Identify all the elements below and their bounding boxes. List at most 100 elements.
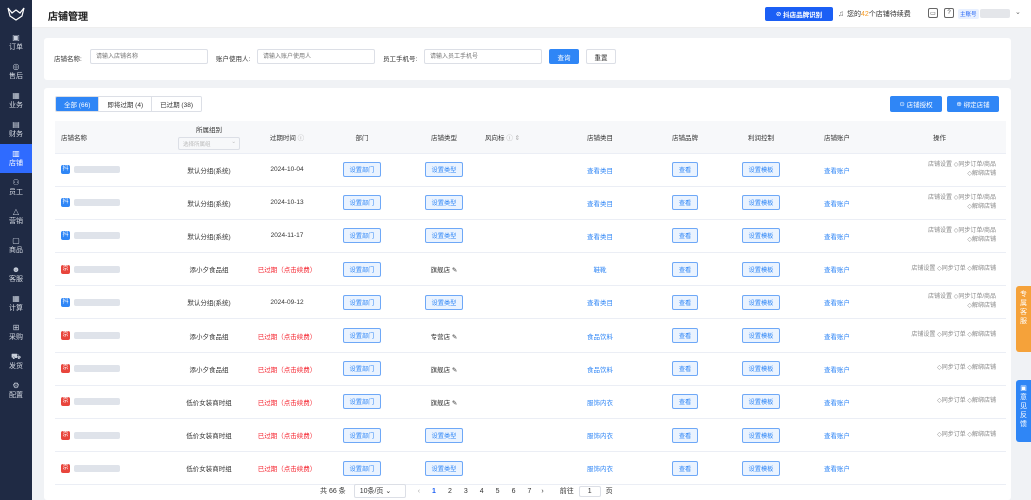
set-type-button[interactable]: 设置类型 [424, 228, 464, 244]
view-account-link[interactable]: 查看账户 [824, 466, 850, 473]
set-template-button[interactable]: 设置模板 [741, 460, 781, 476]
view-account-link[interactable]: 查看账户 [824, 168, 850, 175]
view-account-link[interactable]: 查看账户 [824, 267, 850, 274]
query-button[interactable]: 查询 [549, 49, 579, 64]
set-dept-button[interactable]: 设置部门 [342, 162, 382, 178]
expire-cell[interactable]: 已过期（点击续费） [253, 252, 321, 287]
tab-expiring[interactable]: 即将过期 (4) [99, 97, 153, 111]
category-link[interactable]: 鞋靴 [594, 267, 607, 274]
bell-icon[interactable]: ♫ [838, 9, 844, 18]
expire-cell[interactable]: 已过期（点击续费） [253, 451, 321, 486]
view-account-link[interactable]: 查看账户 [824, 367, 850, 374]
set-dept-button[interactable]: 设置部门 [342, 328, 382, 344]
row-ops-line[interactable]: ◇同步订单 ◇解绑店铺 [873, 397, 996, 406]
set-dept-button[interactable]: 设置部门 [342, 228, 382, 244]
tab-all[interactable]: 全部 (66) [56, 97, 100, 111]
view-brand-button[interactable]: 查看 [671, 261, 699, 277]
sidebar-item-2[interactable]: ▦ 业务 [0, 86, 32, 115]
view-brand-button[interactable]: 查看 [671, 162, 699, 178]
row-ops-line[interactable]: ◇解绑店铺 [873, 236, 996, 245]
shop-auth-button[interactable]: ⊙ 店铺授权 [890, 96, 942, 112]
set-template-button[interactable]: 设置模板 [741, 162, 781, 178]
category-link[interactable]: 查看类目 [587, 300, 613, 307]
set-dept-button[interactable]: 设置部门 [342, 361, 382, 377]
category-link[interactable]: 查看类目 [587, 168, 613, 175]
reset-button[interactable]: 重置 [586, 49, 616, 64]
view-brand-button[interactable]: 查看 [671, 427, 699, 443]
set-type-button[interactable]: 设置类型 [424, 294, 464, 310]
row-ops-line[interactable]: ◇同步订单 ◇解绑店铺 [873, 364, 996, 373]
col-risk[interactable]: 风向标 ⓘ ⇕ [485, 121, 551, 154]
row-ops-line[interactable]: 店铺设置 ◇同步订单/商品 [873, 227, 996, 236]
set-dept-button[interactable]: 设置部门 [342, 294, 382, 310]
view-account-link[interactable]: 查看账户 [824, 334, 850, 341]
group-select[interactable]: 选择所属组 ⌄ [178, 136, 240, 150]
row-ops-line[interactable]: 店铺设置 ◇同步订单/商品 [873, 293, 996, 302]
row-ops-line[interactable]: 店铺设置 ◇同步订单/商品 [873, 194, 996, 203]
shop-type[interactable]: 旗舰店 ✎ [431, 267, 458, 274]
sidebar-item-8[interactable]: ☻ 客服 [0, 260, 32, 289]
expire-cell[interactable]: 已过期（点击续费） [253, 318, 321, 353]
page-size-select[interactable]: 10条/页 ⌄ [353, 484, 406, 498]
set-template-button[interactable]: 设置模板 [741, 294, 781, 310]
category-link[interactable]: 食品饮料 [587, 334, 613, 341]
expire-cell[interactable]: 已过期（点击续费） [253, 352, 321, 386]
category-link[interactable]: 食品饮料 [587, 367, 613, 374]
sidebar-item-12[interactable]: ⚙ 配置 [0, 376, 32, 405]
sidebar-item-10[interactable]: ⊞ 采购 [0, 318, 32, 347]
row-ops-line[interactable]: 店铺设置 ◇同步订单 ◇解绑店铺 [873, 331, 996, 340]
view-account-link[interactable]: 查看账户 [824, 400, 850, 407]
page-7[interactable]: 7 [527, 488, 531, 495]
expire-cell[interactable]: 已过期（点击续费） [253, 385, 321, 420]
renew-notice[interactable]: 您的42个店铺待续费 [847, 9, 911, 19]
category-link[interactable]: 服饰内衣 [587, 433, 613, 440]
row-ops-line[interactable]: 店铺设置 ◇同步订单 ◇解绑店铺 [873, 265, 996, 274]
set-dept-button[interactable]: 设置部门 [342, 394, 382, 410]
sidebar-item-3[interactable]: ▤ 财务 [0, 115, 32, 144]
view-account-link[interactable]: 查看账户 [824, 300, 850, 307]
sidebar-item-7[interactable]: ▢ 商品 [0, 231, 32, 260]
category-link[interactable]: 服饰内衣 [587, 400, 613, 407]
view-brand-button[interactable]: 查看 [671, 294, 699, 310]
prev-page-icon[interactable]: ‹ [418, 488, 420, 495]
shop-type[interactable]: 旗舰店 ✎ [431, 400, 458, 407]
category-link[interactable]: 查看类目 [587, 234, 613, 241]
sidebar-item-0[interactable]: ▣ 订单 [0, 28, 32, 57]
view-brand-button[interactable]: 查看 [671, 195, 699, 211]
sidebar-item-6[interactable]: △ 营销 [0, 202, 32, 231]
col-expire[interactable]: 过期时间 ⓘ [253, 121, 321, 154]
phone-input[interactable] [424, 49, 542, 64]
sidebar-item-1[interactable]: ◎ 售后 [0, 57, 32, 86]
set-type-button[interactable]: 设置类型 [424, 162, 464, 178]
view-brand-button[interactable]: 查看 [671, 328, 699, 344]
set-template-button[interactable]: 设置模板 [741, 427, 781, 443]
category-link[interactable]: 查看类目 [587, 201, 613, 208]
set-type-button[interactable]: 设置类型 [424, 460, 464, 476]
row-ops-line[interactable]: 店铺设置 ◇同步订单/商品 [873, 161, 996, 170]
set-type-button[interactable]: 设置类型 [424, 195, 464, 211]
sidebar-item-4[interactable]: ▥ 店铺 [0, 144, 32, 173]
set-template-button[interactable]: 设置模板 [741, 328, 781, 344]
shop-type[interactable]: 专营店 ✎ [431, 334, 458, 341]
shop-name-input[interactable] [90, 49, 208, 64]
view-brand-button[interactable]: 查看 [671, 394, 699, 410]
row-ops-line[interactable]: ◇同步订单 ◇解绑店铺 [873, 431, 996, 440]
sidebar-item-11[interactable]: ⛟ 发货 [0, 347, 32, 376]
page-1[interactable]: 1 [432, 488, 436, 495]
shop-type[interactable]: 旗舰店 ✎ [431, 367, 458, 374]
view-account-link[interactable]: 查看账户 [824, 433, 850, 440]
help-icon[interactable]: ? [944, 8, 954, 18]
set-template-button[interactable]: 设置模板 [741, 394, 781, 410]
chevron-down-icon[interactable]: ⌄ [1015, 8, 1021, 16]
expire-cell[interactable]: 已过期（点击续费） [253, 418, 321, 453]
goto-input[interactable]: 1 [578, 485, 601, 497]
view-account-link[interactable]: 查看账户 [824, 201, 850, 208]
row-ops-line[interactable]: ◇解绑店铺 [873, 170, 996, 179]
view-brand-button[interactable]: 查看 [671, 228, 699, 244]
set-template-button[interactable]: 设置模板 [741, 195, 781, 211]
bind-shop-button[interactable]: ⊕ 绑定店铺 [947, 96, 999, 112]
user-input[interactable] [257, 49, 375, 64]
view-account-link[interactable]: 查看账户 [824, 234, 850, 241]
next-page-icon[interactable]: › [541, 488, 543, 495]
page-3[interactable]: 3 [464, 488, 468, 495]
